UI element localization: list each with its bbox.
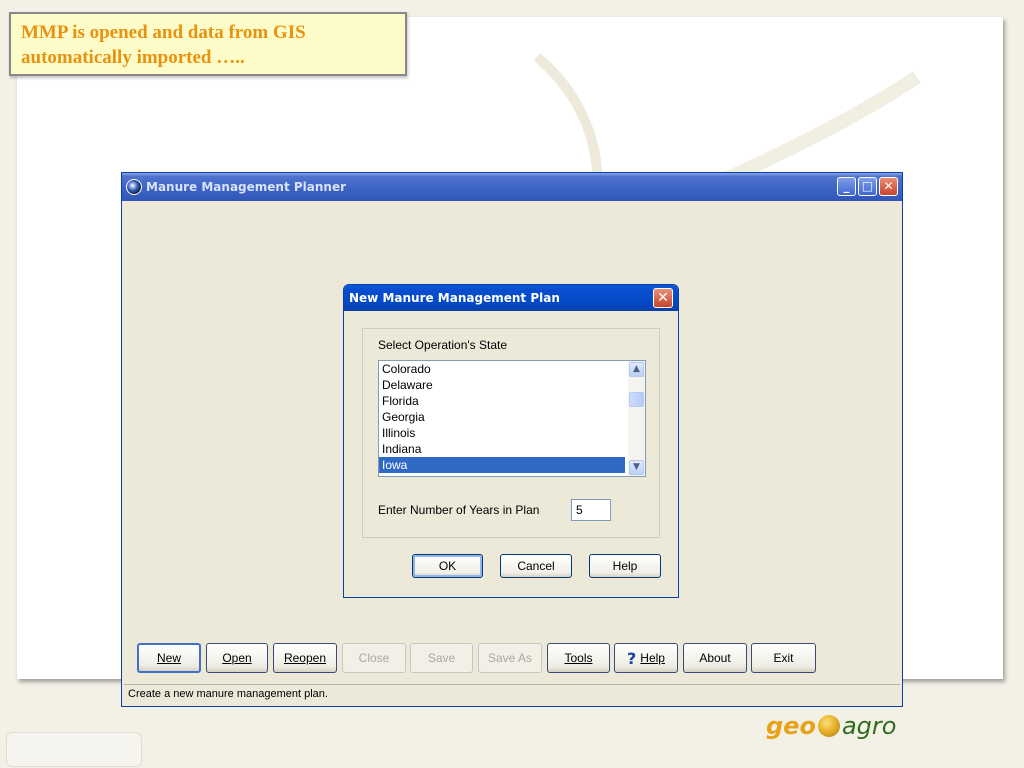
exit-button-label: Exit: [773, 651, 794, 665]
scroll-up-icon[interactable]: ▲: [629, 362, 644, 377]
cancel-button[interactable]: Cancel: [500, 554, 572, 578]
status-text: Create a new manure management plan.: [128, 688, 328, 700]
state-list-item[interactable]: Florida: [379, 393, 625, 409]
state-list-item[interactable]: Iowa: [379, 457, 625, 473]
ok-button[interactable]: OK: [412, 554, 483, 578]
save-as-button-label: Save As: [487, 651, 533, 665]
main-window-title: Manure Management Planner: [146, 180, 347, 194]
geoagro-logo: geo agro: [766, 708, 896, 744]
scroll-thumb[interactable]: [629, 392, 644, 407]
open-button[interactable]: Open: [206, 643, 268, 673]
minimize-button[interactable]: _: [837, 177, 856, 196]
exit-button[interactable]: Exit: [751, 643, 816, 673]
globe-icon: [817, 715, 840, 737]
state-listbox[interactable]: Colorado Delaware Florida Georgia Illinois In…: [378, 360, 646, 477]
logo-geo-text: geo: [766, 712, 816, 740]
tools-button-label: Tools: [564, 651, 593, 665]
slide-callout: MMP is opened and data from GIS automati…: [9, 12, 407, 76]
dialog-help-button-label: Help: [612, 559, 638, 573]
slide-decor-shape: [6, 732, 142, 767]
scroll-down-icon[interactable]: ▼: [629, 460, 644, 475]
save-button[interactable]: Save: [410, 643, 473, 673]
years-input[interactable]: 5: [571, 499, 611, 521]
logo-agro-text: agro: [841, 712, 897, 740]
about-button[interactable]: About: [683, 643, 747, 673]
new-plan-dialog: New Manure Management Plan ✕ Select Oper…: [343, 284, 679, 598]
help-question-icon: ?: [627, 648, 637, 668]
dialog-titlebar[interactable]: New Manure Management Plan ✕: [344, 285, 678, 311]
cancel-button-label: Cancel: [517, 559, 555, 573]
years-label: Enter Number of Years in Plan: [378, 503, 540, 517]
app-globe-icon: [126, 179, 142, 195]
close-window-button[interactable]: ✕: [879, 177, 898, 196]
callout-line-2: automatically imported …..: [21, 47, 245, 68]
state-list: Colorado Delaware Florida Georgia Illinois In…: [379, 361, 645, 473]
main-titlebar[interactable]: Manure Management Planner _ □ ✕: [122, 173, 902, 201]
state-list-item[interactable]: Colorado: [379, 361, 625, 377]
save-as-button[interactable]: Save As: [478, 643, 542, 673]
state-list-item[interactable]: Illinois: [379, 425, 625, 441]
state-list-item[interactable]: Indiana: [379, 441, 625, 457]
new-button-label: New: [156, 651, 181, 665]
maximize-button[interactable]: □: [858, 177, 877, 196]
about-button-label: About: [699, 651, 731, 665]
dialog-help-button[interactable]: Help: [589, 554, 661, 578]
dialog-close-button[interactable]: ✕: [653, 288, 673, 308]
close-button[interactable]: Close: [342, 643, 406, 673]
tools-button[interactable]: Tools: [547, 643, 610, 673]
help-button-label: Help: [640, 651, 665, 665]
reopen-button[interactable]: Reopen: [273, 643, 337, 673]
reopen-button-label: Reopen: [283, 651, 327, 665]
status-bar: Create a new manure management plan.: [124, 684, 900, 704]
new-button[interactable]: New: [137, 643, 201, 673]
state-list-scrollbar[interactable]: ▲ ▼: [628, 361, 645, 476]
state-label: Select Operation's State: [378, 338, 508, 352]
help-button[interactable]: ? Help: [614, 643, 678, 673]
ok-button-label: OK: [438, 559, 457, 573]
callout-line-1: MMP is opened and data from GIS: [21, 22, 306, 43]
state-list-item[interactable]: Georgia: [379, 409, 625, 425]
dialog-title: New Manure Management Plan: [349, 291, 560, 305]
open-button-label: Open: [222, 651, 252, 665]
state-list-item[interactable]: Delaware: [379, 377, 625, 393]
save-button-label: Save: [427, 651, 456, 665]
close-button-label: Close: [358, 651, 390, 665]
dialog-groupbox: Select Operation's State Colorado Delawar…: [362, 328, 660, 538]
